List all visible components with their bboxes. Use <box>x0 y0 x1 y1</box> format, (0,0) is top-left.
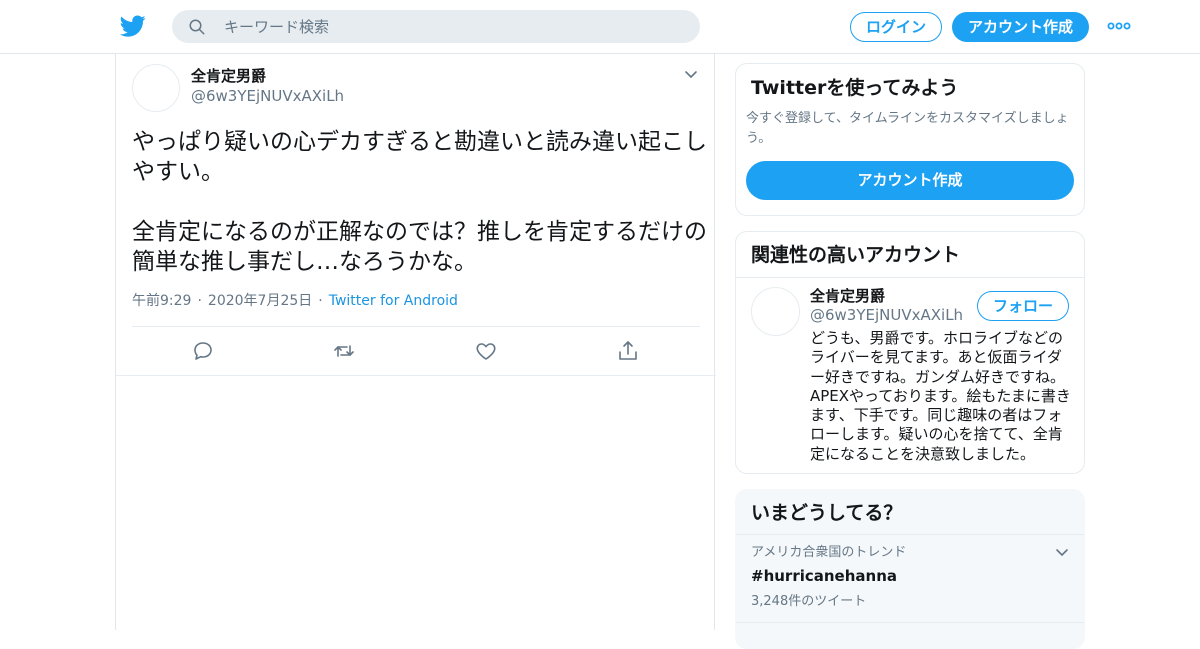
retweet-icon[interactable] <box>332 339 356 363</box>
chevron-down-icon[interactable] <box>684 70 698 80</box>
tweet-date[interactable]: 2020年7月25日 <box>208 293 312 309</box>
trend-tweet-count: 3,248件のツイート <box>751 594 867 609</box>
search-icon <box>189 19 205 35</box>
share-icon[interactable] <box>616 339 640 363</box>
signup-button[interactable]: アカウント作成 <box>746 161 1074 200</box>
signup-promo-card: Twitterを使ってみよう 今すぐ登録して、タイムラインをカスタマイズしましょ… <box>735 63 1085 216</box>
tweet-author-handle[interactable]: @6w3YEjNUVxAXiLh <box>191 87 344 105</box>
trend-name[interactable]: #hurricanehanna <box>751 567 897 585</box>
login-button[interactable]: ログイン <box>850 12 942 42</box>
twitter-bird-icon[interactable] <box>119 13 147 39</box>
tweet-author-name[interactable]: 全肯定男爵 <box>191 67 266 85</box>
tweet-source[interactable]: Twitter for Android <box>329 293 458 309</box>
tweet-text: やっぱり疑いの心デカすぎると勘違いと読み違い起こしやすい。 全肯定になるのが正解… <box>132 127 707 277</box>
tweet-action-bar <box>116 336 716 366</box>
chevron-down-icon[interactable] <box>1055 548 1069 558</box>
search-box[interactable]: キーワード検索 <box>172 10 700 43</box>
trends-card: いまどうしてる？ アメリカ合衆国のトレンド #hurricanehanna 3,… <box>735 489 1085 649</box>
avatar[interactable] <box>132 64 180 112</box>
search-input[interactable]: キーワード検索 <box>224 18 329 36</box>
account-name[interactable]: 全肯定男爵 <box>810 287 885 305</box>
card-title: いまどうしてる？ <box>751 502 903 524</box>
divider <box>736 277 1084 278</box>
follow-button[interactable]: フォロー <box>977 291 1069 321</box>
divider <box>116 375 716 376</box>
like-icon[interactable] <box>474 339 498 363</box>
tweet-column: 全肯定男爵 @6w3YEjNUVxAXiLh やっぱり疑いの心デカすぎると勘違い… <box>115 54 716 630</box>
account-handle[interactable]: @6w3YEjNUVxAXiLh <box>810 306 963 324</box>
account-bio: どうも、男爵です。ホロライブなどのライバーを見てます。あと仮面ライダー好きですね… <box>810 329 1071 463</box>
reply-icon[interactable] <box>191 339 215 363</box>
divider <box>132 326 700 327</box>
trend-context: アメリカ合衆国のトレンド <box>751 545 907 560</box>
card-title: 関連性の高いアカウント <box>751 244 961 266</box>
tweet-text-paragraph-1: やっぱり疑いの心デカすぎると勘違いと読み違い起こしやすい。 <box>132 129 707 185</box>
tweet-text-paragraph-2: 全肯定になるのが正解なのでは？推しを肯定するだけの簡単な推し事だし…なろうかな。 <box>132 219 707 275</box>
tweet-time[interactable]: 午前9:29 <box>132 293 191 309</box>
tweet-metadata: 午前9:29 · 2020年7月25日 · Twitter for Android <box>132 293 458 309</box>
divider <box>736 622 1084 623</box>
card-description: 今すぐ登録して、タイムラインをカスタマイズしましょう。 <box>746 111 1069 146</box>
more-dots-icon[interactable] <box>1107 21 1131 31</box>
signup-button[interactable]: アカウント作成 <box>952 12 1089 42</box>
avatar[interactable] <box>751 287 800 336</box>
divider <box>736 534 1084 535</box>
related-accounts-card: 関連性の高いアカウント 全肯定男爵 @6w3YEjNUVxAXiLh フォロー … <box>735 231 1085 474</box>
top-navigation-bar: キーワード検索 ログイン アカウント作成 <box>0 0 1200 54</box>
card-title: Twitterを使ってみよう <box>751 77 959 99</box>
